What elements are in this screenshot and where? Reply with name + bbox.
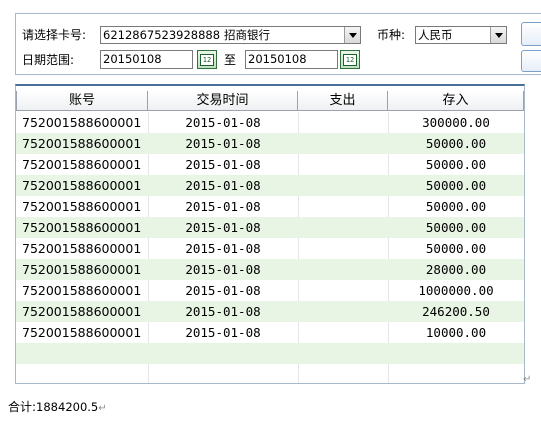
paragraph-mark: ↵ bbox=[98, 403, 107, 414]
calendar-icon: 12 bbox=[343, 53, 357, 66]
cell-in: 50000.00 bbox=[425, 136, 487, 151]
chevron-down-icon[interactable] bbox=[344, 27, 360, 43]
cell-in: 300000.00 bbox=[422, 115, 490, 130]
card-select[interactable]: 6212867523928888 招商银行 bbox=[100, 26, 361, 44]
cell-out bbox=[298, 133, 388, 154]
empty-row[interactable] bbox=[16, 364, 524, 383]
cell-time: 2015-01-08 bbox=[185, 241, 261, 256]
cell-account: 752001588600001 bbox=[22, 220, 142, 235]
cell-account: 752001588600001 bbox=[22, 262, 142, 277]
column-header-out[interactable]: 支出 bbox=[298, 91, 388, 111]
date-to-input[interactable]: 20150108 bbox=[245, 50, 338, 69]
date-to-label: 至 bbox=[224, 53, 237, 67]
cell-account: 752001588600001 bbox=[22, 115, 142, 130]
query-button[interactable] bbox=[521, 22, 541, 46]
cell-in: 10000.00 bbox=[425, 325, 487, 340]
total-value: 1884200.5 bbox=[36, 400, 99, 414]
cell-out bbox=[298, 154, 388, 175]
cell-account: 752001588600001 bbox=[22, 178, 142, 193]
cell-out bbox=[298, 280, 388, 301]
bank-name: 招商银行 bbox=[224, 28, 270, 42]
table-row[interactable]: 752001588600001 2015-01-08 50000.00 bbox=[16, 133, 524, 154]
cell-out bbox=[298, 217, 388, 238]
date-range-label: 日期范围: bbox=[22, 53, 75, 67]
table-row[interactable]: 752001588600001 2015-01-08 50000.00 bbox=[16, 196, 524, 217]
column-header-time[interactable]: 交易时间 bbox=[148, 91, 298, 111]
cell-in: 246200.50 bbox=[422, 304, 490, 319]
cell-time: 2015-01-08 bbox=[185, 115, 261, 130]
cell-out bbox=[298, 322, 388, 343]
cell-account: 752001588600001 bbox=[22, 199, 142, 214]
currency-value: 人民币 bbox=[418, 28, 453, 42]
cell-out bbox=[298, 301, 388, 322]
cell-out bbox=[298, 259, 388, 280]
cell-account: 752001588600001 bbox=[22, 304, 142, 319]
cell-time: 2015-01-08 bbox=[185, 157, 261, 172]
cell-time: 2015-01-08 bbox=[185, 283, 261, 298]
cell-out bbox=[298, 196, 388, 217]
cell-in: 50000.00 bbox=[425, 178, 487, 193]
cell-in: 50000.00 bbox=[425, 199, 487, 214]
export-button[interactable] bbox=[521, 50, 541, 72]
calendar-icon: 12 bbox=[200, 53, 214, 66]
table-row[interactable]: 752001588600001 2015-01-08 50000.00 bbox=[16, 217, 524, 238]
cell-time: 2015-01-08 bbox=[185, 199, 261, 214]
currency-select[interactable]: 人民币 bbox=[415, 26, 507, 44]
cell-time: 2015-01-08 bbox=[185, 178, 261, 193]
column-header-account[interactable]: 账号 bbox=[16, 91, 148, 111]
total-label: 合计: bbox=[8, 400, 37, 414]
table-row[interactable]: 752001588600001 2015-01-08 10000.00 bbox=[16, 322, 524, 343]
cell-in: 1000000.00 bbox=[418, 283, 494, 298]
cell-out bbox=[298, 238, 388, 259]
cell-account: 752001588600001 bbox=[22, 283, 142, 298]
table-row[interactable]: 752001588600001 2015-01-08 50000.00 bbox=[16, 154, 524, 175]
cell-time: 2015-01-08 bbox=[185, 262, 261, 277]
table-row[interactable]: 752001588600001 2015-01-08 28000.00 bbox=[16, 259, 524, 280]
paragraph-mark: ↵ bbox=[523, 374, 532, 385]
cell-account: 752001588600001 bbox=[22, 241, 142, 256]
cell-time: 2015-01-08 bbox=[185, 220, 261, 235]
table-row[interactable]: 752001588600001 2015-01-08 50000.00 bbox=[16, 238, 524, 259]
calendar-from-button[interactable]: 12 bbox=[197, 50, 217, 69]
date-from-input[interactable]: 20150108 bbox=[100, 50, 193, 69]
transaction-table: 账号 交易时间 支出 存入 752001588600001 2015-01-08 3… bbox=[15, 84, 525, 384]
cell-time: 2015-01-08 bbox=[185, 304, 261, 319]
cell-in: 50000.00 bbox=[425, 241, 487, 256]
cell-out bbox=[298, 112, 388, 133]
cell-in: 50000.00 bbox=[425, 157, 487, 172]
table-header: 账号 交易时间 支出 存入 bbox=[16, 91, 524, 111]
card-label: 请选择卡号: bbox=[22, 28, 87, 42]
column-header-in[interactable]: 存入 bbox=[388, 91, 524, 111]
cell-in: 28000.00 bbox=[425, 262, 487, 277]
chevron-down-icon[interactable] bbox=[490, 27, 506, 43]
total-line: 合计:1884200.5↵ bbox=[8, 399, 107, 417]
empty-row[interactable] bbox=[16, 343, 524, 364]
table-row[interactable]: 752001588600001 2015-01-08 50000.00 bbox=[16, 175, 524, 196]
cell-account: 752001588600001 bbox=[22, 325, 142, 340]
currency-label: 币种: bbox=[377, 28, 406, 42]
card-number: 6212867523928888 bbox=[103, 28, 221, 42]
cell-in: 50000.00 bbox=[425, 220, 487, 235]
calendar-to-button[interactable]: 12 bbox=[340, 50, 360, 69]
cell-time: 2015-01-08 bbox=[185, 325, 261, 340]
table-row[interactable]: 752001588600001 2015-01-08 246200.50 bbox=[16, 301, 524, 322]
cell-out bbox=[298, 175, 388, 196]
table-row[interactable]: 752001588600001 2015-01-08 1000000.00 bbox=[16, 280, 524, 301]
filter-panel: 请选择卡号: 6212867523928888 招商银行 币种: 人民币 日期范… bbox=[15, 13, 541, 75]
cell-time: 2015-01-08 bbox=[185, 136, 261, 151]
cell-account: 752001588600001 bbox=[22, 157, 142, 172]
table-row[interactable]: 752001588600001 2015-01-08 300000.00 bbox=[16, 112, 524, 133]
cell-account: 752001588600001 bbox=[22, 136, 142, 151]
